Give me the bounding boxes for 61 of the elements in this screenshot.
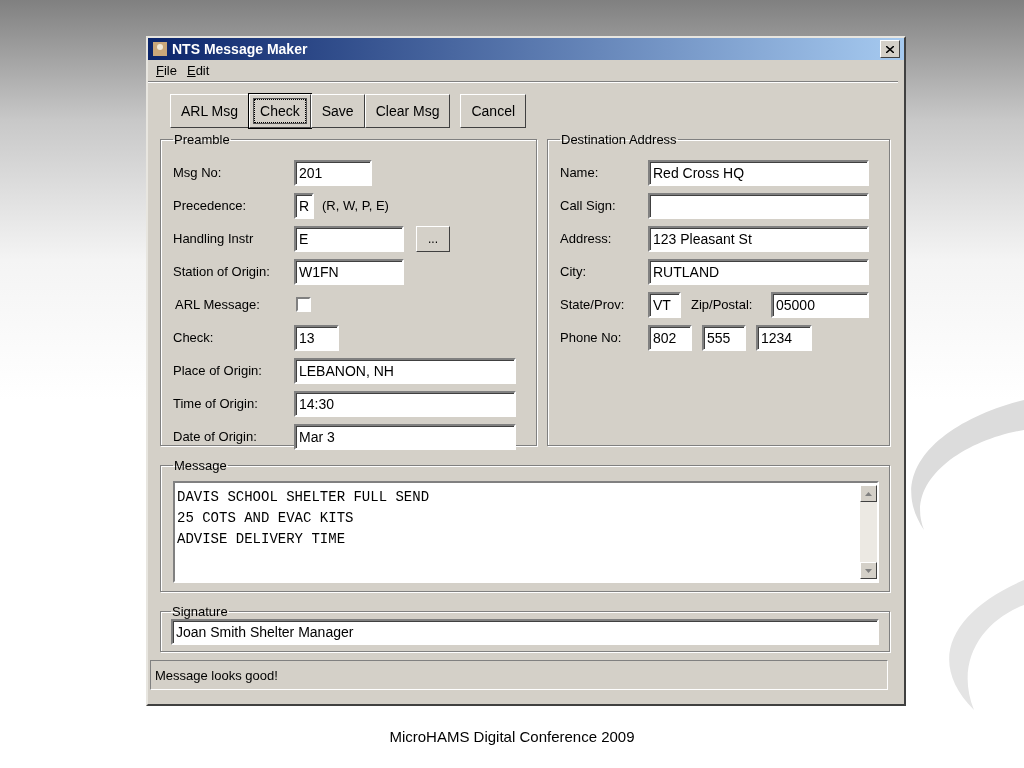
input-field[interactable]: 13 [294,324,339,351]
toolbar-button[interactable]: Check [249,94,311,128]
group-title: Message [173,458,228,473]
group-title: Signature [171,604,229,619]
menu-item[interactable]: File [156,63,177,78]
group-title: Preamble [173,132,231,147]
input-field[interactable]: E [294,225,404,252]
message-line: 25 COTS AND EVAC KITS [177,509,355,528]
input-field[interactable]: LEBANON, NH [294,357,516,384]
close-button[interactable] [880,40,900,58]
field-label: Call Sign: [560,198,617,213]
slide-footer: MicroHAMS Digital Conference 2009 [389,728,635,745]
menu-item[interactable]: Edit [186,63,210,78]
field-label: Msg No: [173,165,223,180]
field-label: Handling Instr [173,231,255,246]
toolbar-button[interactable]: Clear Msg [364,94,451,128]
down-arrow-icon [865,568,872,573]
field-label: Address: [560,231,613,246]
input-field[interactable]: 14:30 [294,390,516,417]
input-field[interactable]: 05000 [771,291,869,318]
input-field[interactable]: W1FN [294,258,404,285]
app-icon [152,41,168,57]
input-field[interactable]: Joan Smith Shelter Manager [171,619,879,645]
message-text-area[interactable]: DAVIS SCHOOL SHELTER FULL SEND 25 COTS AND EVAC KITS ADVISE DELIVERY TIME [173,481,879,583]
scrollbar[interactable] [860,485,877,579]
input-field[interactable]: R [294,192,314,219]
field-label: ARL Message: [174,297,261,312]
checkbox[interactable] [296,297,311,312]
toolbar-button[interactable]: ARL Msg [170,94,250,128]
message-line: ADVISE DELIVERY TIME [177,530,347,549]
field-label: Precedence: [173,198,247,213]
field-label: Phone No: [560,330,623,345]
input-field[interactable]: 802 [648,324,692,351]
field-label: Zip/Postal: [691,297,754,312]
browse-button[interactable]: ... [416,225,450,252]
status-bar: Message looks good! [150,660,888,690]
field-label: Time of Origin: [173,396,259,411]
close-icon [886,45,894,53]
field-label: Name: [560,165,600,180]
field-label: Place of Origin: [173,363,263,378]
field-label: Date of Origin: [173,429,258,444]
field-label: City: [560,264,587,279]
input-field[interactable]: VT [648,291,681,318]
field-label: Station of Origin: [173,264,271,279]
group-title: Destination Address [560,132,678,147]
hint-text: (R, W, P, E) [322,198,389,213]
input-field[interactable]: Red Cross HQ [648,159,869,186]
toolbar-button[interactable]: Cancel [460,94,527,128]
field-label: Check: [173,330,215,345]
input-field[interactable]: Mar 3 [294,423,516,450]
input-field[interactable]: 1234 [756,324,812,351]
message-line: DAVIS SCHOOL SHELTER FULL SEND [177,488,431,507]
input-field[interactable]: 555 [702,324,746,351]
input-field[interactable]: 201 [294,159,372,186]
toolbar-button[interactable]: Save [310,94,365,128]
up-arrow-icon [865,491,872,496]
input-field[interactable] [648,192,869,219]
field-label: State/Prov: [560,297,626,312]
input-field[interactable]: RUTLAND [648,258,869,285]
input-field[interactable]: 123 Pleasant St [648,225,869,252]
window-title: NTS Message Maker [172,41,308,57]
